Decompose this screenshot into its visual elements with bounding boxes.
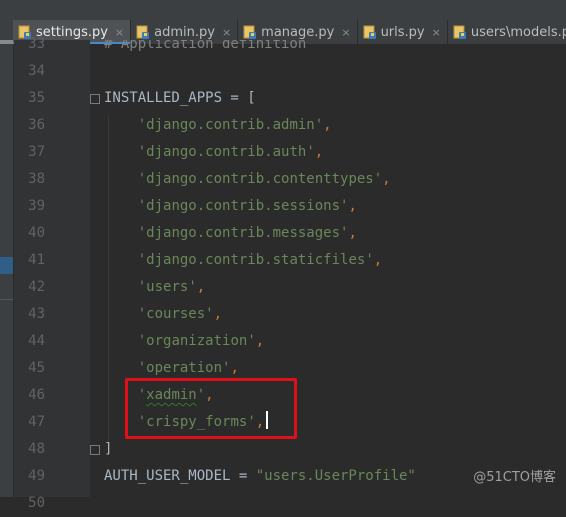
close-icon[interactable]: × <box>341 26 350 39</box>
strip-active-marker[interactable] <box>0 257 13 274</box>
code-line-app: 'django.contrib.admin', <box>137 117 332 133</box>
python-file-icon <box>453 25 467 39</box>
line-number: 43 <box>28 306 45 322</box>
code-line-app: 'courses', <box>137 306 223 322</box>
code-line-auth-user-model: AUTH_USER_MODEL = "users.UserProfile" <box>104 463 416 490</box>
line-number: 48 <box>28 441 45 457</box>
line-number: 34 <box>28 63 45 79</box>
fold-toggle-icon[interactable] <box>90 445 100 455</box>
app-entry: django.contrib.auth <box>146 144 307 160</box>
line-number: 45 <box>28 360 45 376</box>
tab-label: users\models.py <box>470 24 566 40</box>
close-icon[interactable]: × <box>432 26 441 39</box>
code-text: AUTH_USER_MODEL = <box>104 468 256 484</box>
line-number: 35 <box>28 90 45 106</box>
close-icon[interactable]: × <box>222 26 231 39</box>
code-line-app: 'django.contrib.auth', <box>137 144 324 160</box>
python-file-icon <box>136 25 150 39</box>
line-number: 44 <box>28 333 45 349</box>
app-entry: django.contrib.messages <box>146 225 341 241</box>
code-line-app: 'django.contrib.messages', <box>137 225 357 241</box>
line-number: 47 <box>28 414 45 430</box>
app-entry: users <box>146 279 189 295</box>
app-entry: django.contrib.contenttypes <box>146 171 374 187</box>
tool-window-strip <box>0 0 14 497</box>
line-number: 33 <box>28 36 45 52</box>
line-number: 38 <box>28 171 45 187</box>
tab-label: manage.py <box>261 24 335 40</box>
code-text: INSTALLED_APPS = [ <box>104 90 256 106</box>
line-number: 37 <box>28 144 45 160</box>
annotation-highlight-box <box>125 378 297 439</box>
close-icon[interactable]: × <box>115 26 124 39</box>
code-line-installed-apps: INSTALLED_APPS = [ <box>104 85 256 112</box>
code-line-app: 'django.contrib.staticfiles', <box>137 252 383 268</box>
strip-divider <box>0 299 13 300</box>
code-text: ] <box>104 441 113 457</box>
line-number-gutter: 33 34 35 36 37 38 39 40 41 42 43 44 45 4… <box>14 36 90 511</box>
app-entry: django.contrib.sessions <box>146 198 341 214</box>
app-entry: operation <box>146 360 223 376</box>
tab-label: urls.py <box>380 24 425 40</box>
tab-label: settings.py <box>36 24 108 40</box>
python-file-icon <box>243 25 257 39</box>
app-entry: organization <box>146 333 248 349</box>
code-line-close-bracket: ] <box>104 436 112 463</box>
line-number: 39 <box>28 198 45 214</box>
line-number: 36 <box>28 117 45 133</box>
editor-tab-bar: settings.py × admin.py × manage.py × url… <box>13 0 566 44</box>
line-number: 41 <box>28 252 45 268</box>
line-number: 50 <box>28 495 45 511</box>
app-entry: django.contrib.staticfiles <box>146 252 366 268</box>
app-entry: courses <box>146 306 206 322</box>
code-line-app: 'django.contrib.contenttypes', <box>137 171 391 187</box>
strip-indicator <box>0 40 13 44</box>
code-line-app: 'organization', <box>137 333 265 349</box>
line-number: 49 <box>28 468 45 484</box>
code-line-app: 'django.contrib.sessions', <box>137 198 357 214</box>
app-entry: django.contrib.admin <box>146 117 315 133</box>
fold-toggle-icon[interactable] <box>90 94 100 104</box>
code-comment: # Application definition <box>104 40 307 52</box>
line-number: 40 <box>28 225 45 241</box>
watermark: @51CTO博客 <box>473 470 556 485</box>
tab-label: admin.py <box>154 24 215 40</box>
line-number: 46 <box>28 387 45 403</box>
line-number: 42 <box>28 279 45 295</box>
code-line-app: 'users', <box>137 279 206 295</box>
python-file-icon <box>363 25 377 39</box>
code-string: "users.UserProfile" <box>255 468 416 484</box>
